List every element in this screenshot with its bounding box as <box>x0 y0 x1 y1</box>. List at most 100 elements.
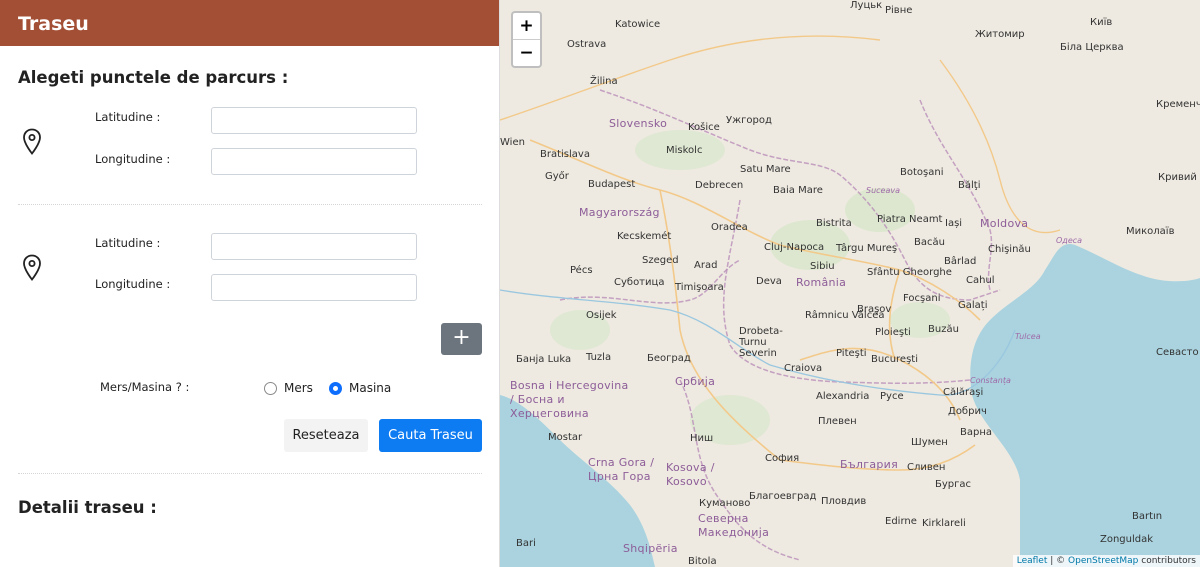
longitude-label-1: Longitudine : <box>95 152 171 166</box>
map-label: Sibiu <box>810 261 835 272</box>
map-label: Kecskemét <box>617 231 672 242</box>
divider <box>18 204 482 205</box>
map-label: Београд <box>647 353 691 364</box>
map-label: Суботица <box>614 277 665 288</box>
map-label: Благоевград <box>749 491 817 502</box>
add-point-button[interactable]: + <box>441 323 482 355</box>
map-label: Focşani <box>903 293 941 304</box>
location-pin-icon <box>23 254 41 281</box>
map-label: Pécs <box>570 265 593 276</box>
map-attribution: Leaflet | © OpenStreetMap contributors <box>1012 555 1200 567</box>
map-label: Košice <box>688 122 720 133</box>
map-label: Bălţi <box>958 180 981 191</box>
zoom-in-button[interactable]: + <box>513 13 540 40</box>
openstreetmap-link[interactable]: OpenStreetMap <box>1068 556 1138 566</box>
map-label: Bucureşti <box>871 354 918 365</box>
map-label: Chişinău <box>988 244 1031 255</box>
mode-radio-car[interactable] <box>329 382 342 395</box>
map-label: Călăraşi <box>943 387 984 398</box>
map-label: Житомир <box>975 29 1025 40</box>
map-label: Osijek <box>586 310 617 321</box>
map-label: Alexandria <box>816 391 870 402</box>
map-label: Варна <box>960 427 993 438</box>
map-label: Біла Церква <box>1060 42 1124 53</box>
map-label: Râmnicu Vâlcea <box>805 310 885 321</box>
map-label: Кривий <box>1158 172 1197 183</box>
map-label: Budapest <box>588 179 636 190</box>
map-label: Севасто <box>1156 347 1199 358</box>
map-label: Győr <box>545 171 569 182</box>
map-label: Kirklareli <box>922 518 966 529</box>
map-label: Oradea <box>711 222 748 233</box>
latitude-input-1[interactable] <box>211 107 417 134</box>
map-label: Shqipëria <box>623 542 678 555</box>
waypoints-heading: Alegeti punctele de parcurs : <box>18 68 289 87</box>
map-label: Tuzla <box>586 352 612 363</box>
map-label: Ploieşti <box>875 327 911 338</box>
reset-button[interactable]: Reseteaza <box>284 419 368 452</box>
zoom-out-button[interactable]: − <box>513 40 540 66</box>
map-label: Bitola <box>688 556 717 567</box>
map-label: Куманово <box>699 498 751 509</box>
panel-title: Traseu <box>18 13 89 35</box>
map-label: Zonguldak <box>1100 534 1154 545</box>
map-label: Craiova <box>784 363 823 374</box>
map-label: Debrecen <box>695 180 744 191</box>
map-label: Шумен <box>911 437 948 448</box>
map-label: Mostar <box>548 432 583 443</box>
map-label: Луцьк <box>850 0 883 11</box>
map-label: Constanța <box>970 376 1011 385</box>
mode-radio-walk[interactable] <box>264 382 277 395</box>
map-label: Cahul <box>966 275 995 286</box>
map-label: Wien <box>500 137 525 148</box>
map-label: Piteşti <box>836 348 867 359</box>
map-label: Buzău <box>928 324 959 335</box>
longitude-input-1[interactable] <box>211 148 417 175</box>
map-label: Bistrita <box>816 218 852 229</box>
map-label: Slovensko <box>609 117 668 130</box>
map-label: Magyarország <box>579 206 660 219</box>
attribution-suffix: contributors <box>1138 556 1196 566</box>
map-label: Sfântu Gheorghe <box>867 267 952 278</box>
location-pin-icon <box>23 128 41 155</box>
map-label: Київ <box>1090 17 1113 28</box>
map-label: Bacău <box>914 237 945 248</box>
map-label: Миколаїв <box>1126 226 1175 237</box>
divider <box>18 473 482 474</box>
search-route-button[interactable]: Cauta Traseu <box>379 419 482 452</box>
longitude-label-2: Longitudine : <box>95 277 171 291</box>
map-label: Bari <box>516 538 536 549</box>
map-label: Кременчук <box>1156 99 1200 110</box>
map-label: Deva <box>756 276 782 287</box>
map-label: Miskolc <box>666 145 703 156</box>
panel-header: Traseu <box>0 0 499 46</box>
map-label: Рівне <box>885 5 913 16</box>
map-label: Bosna i Hercegovina / Босна и Херцеговин… <box>510 379 629 420</box>
map-label: Crna Gora / Црна Гора <box>588 456 655 483</box>
map-label: Пловдив <box>821 496 867 507</box>
travel-mode-label: Mers/Masina ? : <box>100 380 190 394</box>
latitude-label-2: Latitudine : <box>95 236 161 250</box>
map-label: Baia Mare <box>773 185 823 196</box>
map-label: Katowice <box>615 19 661 30</box>
map-label: Kosova / Kosovo <box>666 461 715 488</box>
longitude-input-2[interactable] <box>211 274 417 301</box>
mode-label-car: Masina <box>349 381 392 395</box>
map-label: Ужгород <box>726 115 772 126</box>
map-label: Србија <box>675 375 716 388</box>
map-label: Одеса <box>1056 236 1083 245</box>
map-label: България <box>840 458 899 471</box>
map-view[interactable]: Луцьк Рівне Житомир Київ Біла Церква Кре… <box>500 0 1200 567</box>
leaflet-link[interactable]: Leaflet <box>1017 556 1048 566</box>
route-panel: Traseu Alegeti punctele de parcurs : Lat… <box>0 0 500 567</box>
map-label: Edirne <box>885 516 917 527</box>
map-label: Северна Македонија <box>698 512 770 539</box>
map-label: Бургас <box>935 479 972 490</box>
map-label: Cluj-Napoca <box>764 242 825 253</box>
map-label: Русе <box>880 391 904 402</box>
attribution-separator: | © <box>1047 556 1069 566</box>
latitude-input-2[interactable] <box>211 233 417 260</box>
map-label: Szeged <box>642 255 679 266</box>
map-label: Timişoara <box>675 282 724 293</box>
map-label: Bârlad <box>944 256 977 267</box>
